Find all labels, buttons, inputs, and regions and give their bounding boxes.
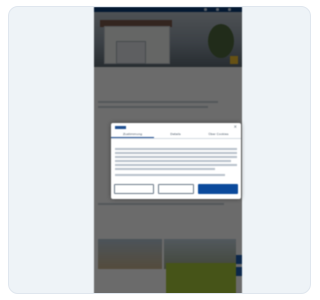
tab-details[interactable]: Details [154, 132, 197, 137]
reject-button[interactable] [158, 184, 194, 194]
close-icon[interactable]: × [234, 125, 237, 129]
preview-card: × Zustimmung Details Über Cookies [8, 6, 311, 294]
cookie-consent-dialog: × Zustimmung Details Über Cookies [111, 123, 241, 199]
tab-about-cookies[interactable]: Über Cookies [197, 132, 240, 137]
consent-text-line [115, 152, 237, 154]
consent-text-line [115, 174, 225, 176]
consent-text-line [115, 168, 215, 170]
select-cookies-button[interactable] [114, 184, 154, 194]
brand-logo [115, 126, 126, 129]
consent-text-line [115, 164, 237, 166]
consent-tabs: Zustimmung Details Über Cookies [111, 132, 241, 139]
tab-consent[interactable]: Zustimmung [111, 132, 154, 138]
consent-text-line [115, 156, 237, 158]
accept-all-button[interactable] [198, 184, 238, 194]
consent-text-line [115, 160, 231, 162]
consent-text-line [115, 148, 237, 150]
